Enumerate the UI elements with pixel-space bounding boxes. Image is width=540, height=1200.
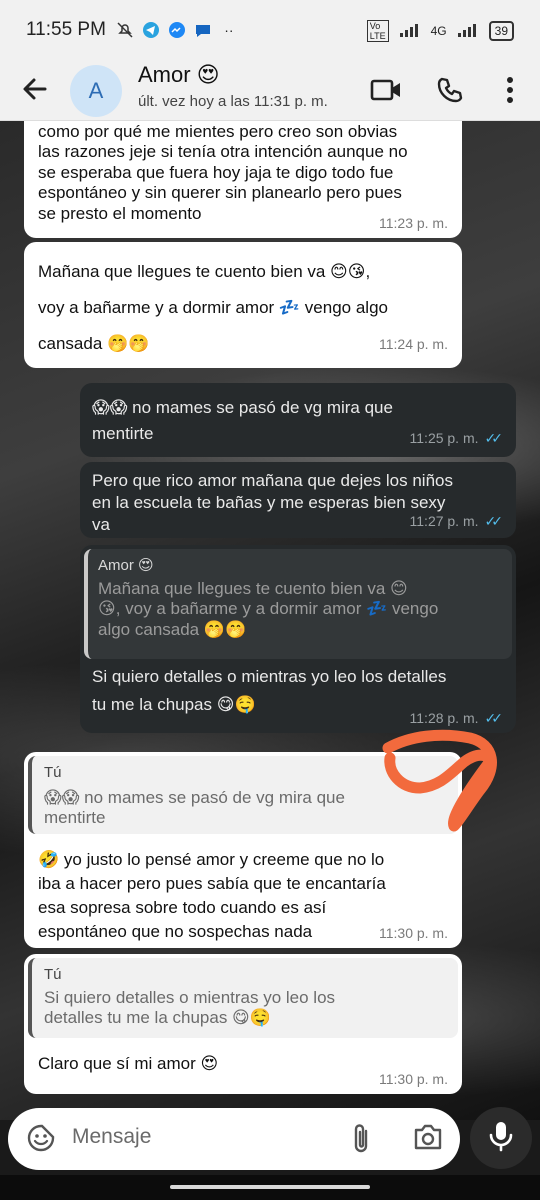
avatar[interactable]: A	[70, 65, 122, 117]
signal-icon-2	[457, 22, 479, 41]
message-line: voy a bañarme y a dormir amor 💤 vengo al…	[38, 298, 388, 317]
message-time: 11:24 p. m.	[378, 336, 448, 352]
more-vertical-icon[interactable]	[490, 70, 530, 110]
camera-icon[interactable]	[412, 1122, 444, 1157]
message-outgoing[interactable]: Amor 😍 Mañana que llegues te cuento bien…	[80, 545, 516, 733]
message-line: espontáneo y sin querer sin planearlo pe…	[38, 183, 402, 203]
emoji-sticker-icon[interactable]	[26, 1123, 56, 1158]
message-composer[interactable]: Mensaje	[8, 1108, 460, 1170]
message-line: como por qué me mientes pero creo son ob…	[38, 122, 398, 141]
message-line: se esperaba que fuera hoy jaja te digo t…	[38, 162, 394, 182]
volte-icon: Vo LTE	[366, 20, 389, 42]
read-receipt-icon: ✓✓	[484, 710, 504, 727]
message-incoming[interactable]: como por qué me mientes pero creo son ob…	[24, 108, 462, 238]
battery-indicator: 39	[488, 21, 514, 41]
phone-icon[interactable]	[430, 70, 470, 110]
quote-line: algo cansada 🤭🤭	[98, 619, 247, 639]
message-time: 11:28 p. m.	[409, 710, 479, 727]
mic-icon	[488, 1120, 514, 1157]
quote-line: detalles tu me la chupas 😋🤤	[44, 1008, 271, 1028]
system-nav-bar	[0, 1175, 540, 1200]
video-call-icon[interactable]	[366, 70, 406, 110]
message-line: 😱😱 no mames se pasó de vg mira que	[92, 398, 393, 417]
message-incoming[interactable]: Tú Si quiero detalles o mientras yo leo …	[24, 954, 462, 1094]
quote-line: 😘, voy a bañarme y a dormir amor 💤 vengo	[98, 599, 439, 619]
back-arrow-icon[interactable]	[18, 72, 52, 106]
quote-line: Si quiero detalles o mientras yo leo los	[44, 988, 336, 1007]
message-line: espontáneo que no sospechas nada	[38, 922, 313, 941]
message-line: tu me la chupas 😋🤤	[92, 695, 256, 714]
attach-icon[interactable]	[348, 1122, 376, 1161]
signal-icon	[399, 22, 421, 41]
message-time: 11:30 p. m.	[378, 1071, 448, 1088]
mic-button[interactable]	[470, 1107, 532, 1169]
message-line: Mañana que llegues te cuento bien va 😊😘,	[38, 262, 371, 281]
last-seen: últ. vez hoy a las 11:31 p. m.	[138, 93, 328, 110]
more-notifications-icon: ··	[224, 22, 234, 38]
quoted-message[interactable]: Tú Si quiero detalles o mientras yo leo …	[28, 958, 458, 1038]
message-time: 11:25 p. m.	[409, 430, 479, 446]
message-line: esa sopresa sobre todo cuando es así	[38, 898, 327, 917]
telegram-icon	[142, 21, 160, 39]
quote-author: Tú	[44, 966, 62, 983]
message-outgoing[interactable]: 😱😱 no mames se pasó de vg mira que menti…	[80, 383, 516, 457]
quoted-message[interactable]: Amor 😍 Mañana que llegues te cuento bien…	[84, 549, 512, 659]
message-incoming[interactable]: Mañana que llegues te cuento bien va 😊😘,…	[24, 242, 462, 368]
read-receipt-icon: ✓✓	[484, 513, 504, 529]
quote-author: Amor 😍	[98, 557, 154, 574]
chat-app-icon	[194, 21, 212, 39]
status-time: 11:55 PM	[26, 19, 106, 40]
message-line: Pero que rico amor mañana que dejes los …	[92, 471, 453, 490]
message-time: 11:27 p. m.	[409, 513, 479, 529]
contact-name[interactable]: Amor 😍	[138, 62, 220, 88]
read-receipt-icon: ✓✓	[484, 430, 504, 446]
message-time: 11:23 p. m.	[378, 215, 448, 232]
status-bar: 11:55 PM ·· Vo LTE 4G 39	[0, 0, 540, 60]
message-line: Si quiero detalles o mientras yo leo los…	[92, 667, 447, 686]
message-time: 11:30 p. m.	[378, 925, 448, 942]
message-input[interactable]: Mensaje	[72, 1125, 151, 1149]
message-line: 🤣 yo justo lo pensé amor y creeme que no…	[38, 850, 385, 869]
message-line: las razones jeje si tenía otra intención…	[38, 142, 408, 162]
mute-icon	[116, 21, 134, 39]
messenger-icon	[168, 21, 186, 39]
scribble-annotation	[382, 729, 497, 832]
network-type: 4G	[430, 24, 447, 38]
nav-handle[interactable]	[170, 1185, 370, 1189]
message-outgoing[interactable]: Pero que rico amor mañana que dejes los …	[80, 462, 516, 538]
message-line: iba a hacer pero pues sabía que te encan…	[38, 874, 386, 893]
quote-line: Mañana que llegues te cuento bien va 😊	[98, 579, 408, 598]
message-line: Claro que sí mi amor 😍	[38, 1054, 219, 1073]
